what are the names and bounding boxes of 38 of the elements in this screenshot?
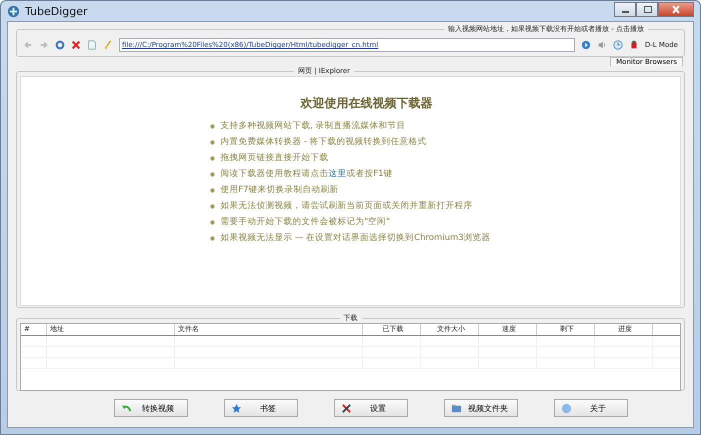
feature-text: 阅读下载器使用教程请点击这里或者按F1键 bbox=[220, 168, 393, 180]
bullet-icon bbox=[210, 172, 216, 176]
bullet-icon bbox=[210, 204, 216, 208]
clock-icon[interactable] bbox=[612, 40, 623, 50]
bullet-icon bbox=[210, 124, 216, 128]
folder-button[interactable]: 视频文件夹 bbox=[444, 399, 518, 417]
page-heading: 欢迎使用在线视频下载器 bbox=[300, 95, 434, 112]
feature-text: 拖拽网页链接直接开始下载 bbox=[220, 152, 328, 164]
feature-text: 如果无法侦测视频，请尝试刷新当前页面或关闭并重新打开程序 bbox=[220, 200, 472, 212]
folder-icon bbox=[450, 402, 462, 414]
minimize-button[interactable] bbox=[614, 2, 636, 16]
app-icon bbox=[7, 4, 20, 18]
convert-button[interactable]: 转换视频 bbox=[114, 399, 188, 417]
feature-text: 如果视频无法显示 — 在设置对话界面选择切换到Chromium3浏览器 bbox=[220, 232, 491, 244]
bullet-icon bbox=[210, 188, 216, 192]
speaker-icon[interactable] bbox=[596, 40, 607, 50]
feature-text: 支持多种视频网站下载, 录制直播流媒体和节目 bbox=[220, 120, 406, 132]
bookmark-button[interactable]: 书签 bbox=[224, 399, 298, 417]
tools-icon bbox=[340, 402, 352, 414]
maximize-button[interactable] bbox=[636, 2, 658, 16]
feature-text: 内置免费媒体转换器 - 将下载的视频转换到任意格式 bbox=[220, 136, 427, 148]
settings-button[interactable]: 设置 bbox=[334, 399, 408, 417]
window-title: TubeDigger bbox=[25, 4, 88, 18]
curved-arrow-icon bbox=[120, 402, 132, 414]
feature-text: 需要手动开始下载的文件会被标记为"空闲" bbox=[220, 216, 390, 228]
star-icon bbox=[230, 402, 242, 414]
bullet-icon bbox=[210, 236, 216, 240]
bullet-icon bbox=[210, 140, 216, 144]
feature-text: 使用F7键来切换录制自动刷新 bbox=[220, 184, 339, 196]
stop-icon[interactable] bbox=[71, 40, 81, 50]
play-icon[interactable] bbox=[580, 40, 591, 50]
bullet-icon bbox=[210, 156, 216, 160]
bullet-icon bbox=[210, 220, 216, 224]
about-button[interactable]: 关于 bbox=[554, 399, 628, 417]
help-link[interactable]: 这里 bbox=[328, 169, 346, 179]
page-icon[interactable] bbox=[87, 40, 97, 50]
close-button[interactable] bbox=[658, 2, 694, 16]
brush-icon[interactable] bbox=[103, 40, 113, 50]
